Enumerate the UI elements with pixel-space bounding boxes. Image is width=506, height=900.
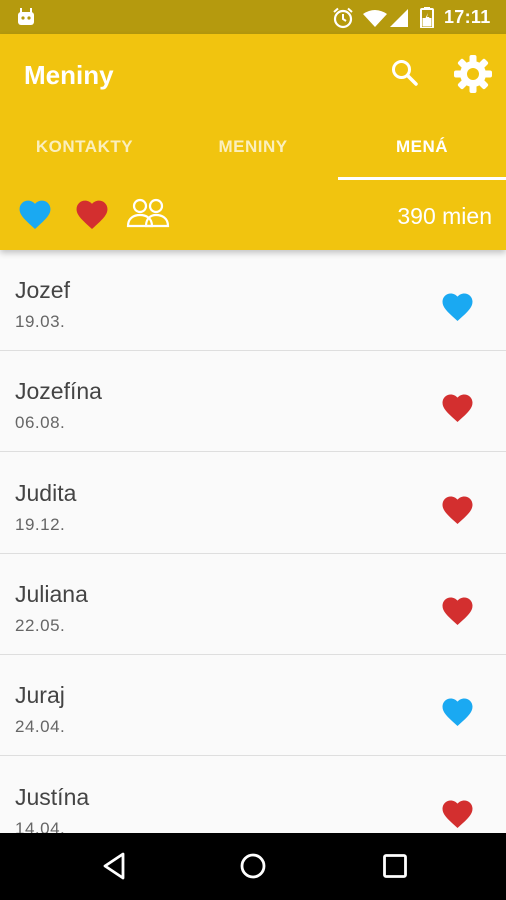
heart-red-icon[interactable] xyxy=(439,390,476,423)
wifi-icon xyxy=(363,10,387,27)
back-icon[interactable] xyxy=(99,851,129,881)
name-day-date: 19.12. xyxy=(15,514,66,534)
list-item[interactable]: Juliana 22.05. xyxy=(0,554,506,655)
list-item[interactable]: Jozef 19.03. xyxy=(0,250,506,351)
battery-icon xyxy=(420,7,434,28)
list-item[interactable]: Justína 14.04. xyxy=(0,757,506,834)
tab-kontakty[interactable]: KONTAKTY xyxy=(0,122,169,180)
person-name: Justína xyxy=(15,783,90,810)
tab-mena[interactable]: MENÁ xyxy=(338,122,506,180)
name-day-date: 22.05. xyxy=(15,615,66,635)
status-time: 17:11 xyxy=(444,7,491,27)
heart-blue-icon[interactable] xyxy=(439,289,476,322)
person-name: Juliana xyxy=(15,580,88,607)
heart-red-icon[interactable] xyxy=(439,593,476,626)
recents-icon[interactable] xyxy=(380,851,410,881)
name-day-date: 19.03. xyxy=(15,312,66,331)
gear-icon[interactable] xyxy=(453,54,493,94)
name-day-date: 14.04. xyxy=(15,818,66,834)
list-item[interactable]: Jozefína 06.08. xyxy=(0,351,506,453)
name-day-date: 06.08. xyxy=(15,413,66,433)
person-name: Judita xyxy=(15,479,77,506)
heart-red-icon[interactable] xyxy=(73,196,111,230)
list-item[interactable]: Judita 19.12. xyxy=(0,453,506,554)
heart-blue-icon[interactable] xyxy=(439,694,476,727)
people-icon[interactable] xyxy=(126,196,170,230)
heart-red-icon[interactable] xyxy=(439,796,476,829)
app-title: Meniny xyxy=(24,60,114,90)
app-bar: Meniny KONTAKTY MENINY MENÁ 390 mien xyxy=(0,34,506,250)
name-count: 390 mien xyxy=(397,203,492,229)
list-item[interactable]: Juraj 24.04. xyxy=(0,655,506,757)
search-icon[interactable] xyxy=(388,56,422,90)
tab-meniny[interactable]: MENINY xyxy=(169,122,337,180)
status-bar: 17:11 xyxy=(0,0,506,34)
person-name: Jozefína xyxy=(15,378,102,405)
person-name: Juraj xyxy=(15,682,65,709)
home-icon[interactable] xyxy=(238,851,268,881)
filter-row: 390 mien xyxy=(0,180,506,250)
heart-red-icon[interactable] xyxy=(439,492,476,525)
navigation-bar xyxy=(0,833,506,900)
name-list: Jozef 19.03. Jozefína 06.08. Judita 19.12. Jul… xyxy=(0,250,506,833)
android-icon xyxy=(18,8,34,25)
alarm-icon xyxy=(333,7,353,29)
name-day-date: 24.04. xyxy=(15,717,66,737)
heart-blue-icon[interactable] xyxy=(16,196,54,230)
person-name: Jozef xyxy=(15,277,70,303)
tab-bar: KONTAKTY MENINY MENÁ xyxy=(0,122,506,180)
signal-icon xyxy=(390,9,408,27)
